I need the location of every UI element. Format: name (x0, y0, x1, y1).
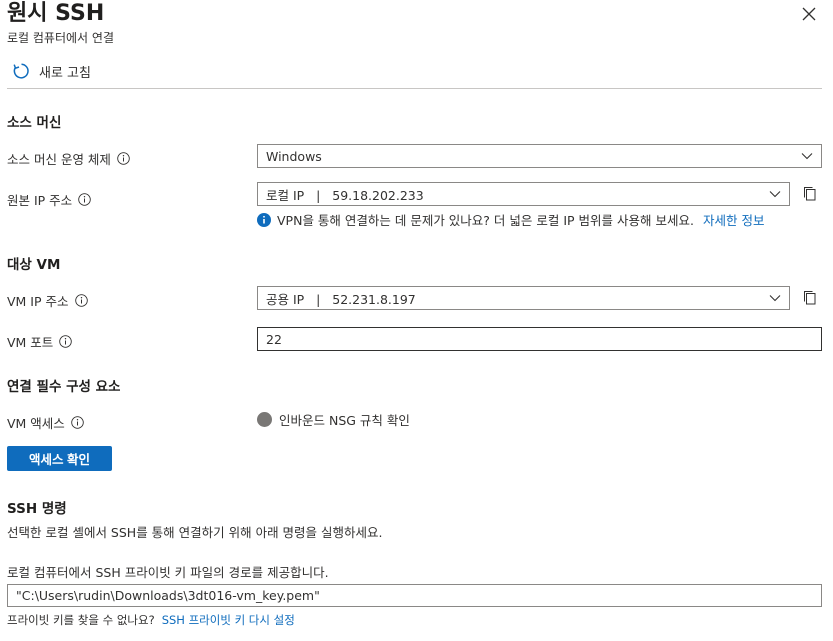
source-os-label-text: 소스 머신 운영 체제 (7, 152, 111, 167)
info-icon[interactable] (59, 335, 73, 348)
target-vm-heading: 대상 VM (7, 257, 61, 273)
close-icon (802, 7, 816, 21)
copy-icon[interactable] (802, 289, 818, 306)
key-path-value: "C:\Users\rudin\Downloads\3dt016-vm_key.… (16, 588, 320, 603)
ssh-command-description: 선택한 로컬 셸에서 SSH를 통해 연결하기 위해 아래 명령을 실행하세요. (7, 525, 383, 540)
reset-key-link[interactable]: SSH 프라이빗 키 다시 설정 (162, 612, 295, 628)
vm-port-input[interactable]: 22 (257, 327, 822, 351)
refresh-label: 새로 고침 (39, 65, 91, 81)
chevron-down-icon (769, 191, 781, 198)
source-os-select[interactable]: Windows (257, 144, 822, 168)
info-icon[interactable] (117, 152, 130, 165)
vm-port-value: 22 (266, 331, 282, 347)
vm-access-label-text: VM 액세스 (7, 416, 65, 431)
info-icon[interactable] (71, 416, 84, 429)
vm-access-label: VM 액세스 (7, 413, 84, 432)
key-path-label: 로컬 컴퓨터에서 SSH 프라이빗 키 파일의 경로를 제공합니다. (7, 565, 329, 580)
source-os-label: 소스 머신 운영 체제 (7, 149, 130, 168)
prereq-heading: 연결 필수 구성 요소 (7, 379, 121, 395)
source-ip-select[interactable]: 로컬 IP | 59.18.202.233 (257, 182, 790, 206)
refresh-button[interactable]: 새로 고침 (12, 61, 91, 81)
info-icon[interactable] (78, 193, 91, 206)
copy-icon[interactable] (802, 185, 818, 202)
vpn-info-text: VPN을 통해 연결하는 데 문제가 있나요? 더 넓은 로컬 IP 범위를 사… (277, 213, 694, 228)
key-path-input[interactable]: "C:\Users\rudin\Downloads\3dt016-vm_key.… (7, 584, 822, 607)
refresh-icon (13, 63, 29, 79)
source-ip-label-text: 원본 IP 주소 (7, 193, 73, 208)
footer-text: 프라이빗 키를 찾을 수 없나요? (7, 613, 155, 627)
check-access-button[interactable]: 액세스 확인 (7, 446, 112, 471)
close-button[interactable] (799, 4, 819, 24)
vm-ip-value: 공용 IP | 52.231.8.197 (266, 291, 416, 307)
source-ip-value: 로컬 IP | 59.18.202.233 (266, 187, 424, 203)
vpn-info-message: VPN을 통해 연결하는 데 문제가 있나요? 더 넓은 로컬 IP 범위를 사… (257, 210, 764, 229)
vm-port-label-text: VM 포트 (7, 335, 54, 350)
source-ip-label: 원본 IP 주소 (7, 190, 91, 209)
info-icon[interactable] (74, 294, 88, 307)
nsg-status: 인바운드 NSG 규칙 확인 (257, 410, 410, 429)
vm-ip-label: VM IP 주소 (7, 291, 88, 310)
ssh-command-heading: SSH 명령 (7, 501, 67, 517)
source-machine-heading: 소스 머신 (7, 115, 62, 131)
page-title: 원시 SSH (7, 1, 105, 26)
chevron-down-icon (801, 153, 813, 160)
nsg-status-text: 인바운드 NSG 규칙 확인 (279, 413, 410, 428)
source-os-value: Windows (266, 148, 322, 164)
page-subtitle: 로컬 컴퓨터에서 연결 (7, 31, 114, 45)
private-key-footer: 프라이빗 키를 찾을 수 없나요? SSH 프라이빗 키 다시 설정 (7, 612, 295, 628)
learn-more-link[interactable]: 자세한 정보 (703, 210, 764, 229)
info-filled-icon (257, 212, 271, 227)
vm-ip-select[interactable]: 공용 IP | 52.231.8.197 (257, 286, 790, 310)
status-dot-icon (257, 412, 272, 427)
vm-ip-label-text: VM IP 주소 (7, 294, 69, 309)
toolbar-divider (7, 88, 822, 89)
vm-port-label: VM 포트 (7, 332, 73, 351)
chevron-down-icon (769, 295, 781, 302)
